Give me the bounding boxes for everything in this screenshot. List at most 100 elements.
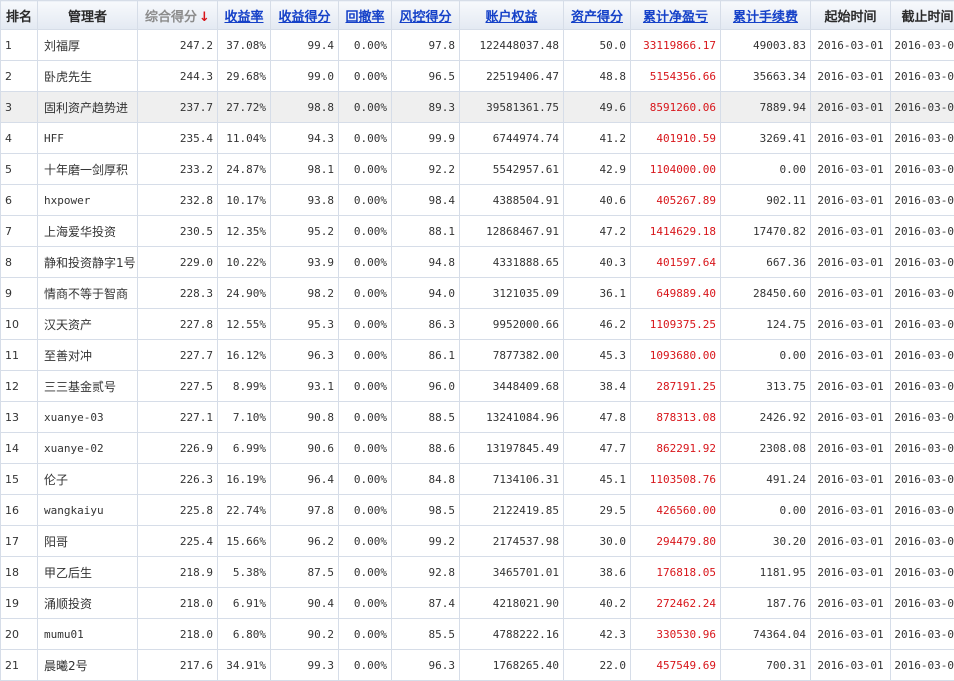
column-header-net-profit[interactable]: 累计净盈亏 <box>631 1 721 30</box>
column-header-risk-score[interactable]: 风控得分 <box>392 1 460 30</box>
cell-return-rate: 12.55% <box>218 309 271 340</box>
cell-risk-score: 89.3 <box>392 92 460 123</box>
cell-total-fees: 28450.60 <box>721 278 811 309</box>
cell-return-score: 99.3 <box>271 650 339 681</box>
table-row[interactable]: 14xuanye-02226.96.99%90.60.00%88.6131978… <box>1 433 954 464</box>
cell-net-profit: 401910.59 <box>631 123 721 154</box>
cell-start-date: 2016-03-01 <box>811 185 891 216</box>
table-row[interactable]: 4HFF235.411.04%94.30.00%99.96744974.7441… <box>1 123 954 154</box>
cell-rank: 5 <box>1 154 38 185</box>
cell-manager[interactable]: 上海爱华投资 <box>38 216 138 247</box>
cell-drawdown-rate: 0.00% <box>339 650 392 681</box>
cell-asset-score: 47.7 <box>564 433 631 464</box>
cell-risk-score: 99.9 <box>392 123 460 154</box>
cell-account-equity: 12868467.91 <box>460 216 564 247</box>
table-row[interactable]: 21晨曦2号217.634.91%99.30.00%96.31768265.40… <box>1 650 954 681</box>
column-header-drawdown-rate[interactable]: 回撤率 <box>339 1 392 30</box>
table-row[interactable]: 15伦子226.316.19%96.40.00%84.87134106.3145… <box>1 464 954 495</box>
table-row[interactable]: 13xuanye-03227.17.10%90.80.00%88.5132410… <box>1 402 954 433</box>
cell-manager[interactable]: 情商不等于智商 <box>38 278 138 309</box>
column-header-account-equity[interactable]: 账户权益 <box>460 1 564 30</box>
cell-drawdown-rate: 0.00% <box>339 92 392 123</box>
column-header-return-score[interactable]: 收益得分 <box>271 1 339 30</box>
table-row[interactable]: 12三三基金贰号227.58.99%93.10.00%96.03448409.6… <box>1 371 954 402</box>
column-header-label: 起始时间 <box>824 10 876 25</box>
table-row[interactable]: 6hxpower232.810.17%93.80.00%98.44388504.… <box>1 185 954 216</box>
cell-drawdown-rate: 0.00% <box>339 123 392 154</box>
cell-return-rate: 11.04% <box>218 123 271 154</box>
cell-manager[interactable]: wangkaiyu <box>38 495 138 526</box>
table-row[interactable]: 11至善对冲227.716.12%96.30.00%86.17877382.00… <box>1 340 954 371</box>
cell-manager[interactable]: 静和投资静字1号 <box>38 247 138 278</box>
cell-manager[interactable]: 卧虎先生 <box>38 61 138 92</box>
cell-net-profit: 649889.40 <box>631 278 721 309</box>
cell-composite-score: 232.8 <box>138 185 218 216</box>
column-header-manager: 管理者 <box>38 1 138 30</box>
cell-manager[interactable]: 涌顺投资 <box>38 588 138 619</box>
table-row[interactable]: 3固利资产趋势进237.727.72%98.80.00%89.339581361… <box>1 92 954 123</box>
sort-arrow-down-icon[interactable]: ↓ <box>199 10 210 25</box>
column-header-total-fees[interactable]: 累计手续费 <box>721 1 811 30</box>
cell-start-date: 2016-03-01 <box>811 247 891 278</box>
ranking-table: 排名管理者综合得分↓收益率收益得分回撤率风控得分账户权益资产得分累计净盈亏累计手… <box>0 0 954 681</box>
column-header-label: 收益得分 <box>278 10 330 25</box>
cell-risk-score: 86.1 <box>392 340 460 371</box>
cell-manager[interactable]: 三三基金贰号 <box>38 371 138 402</box>
cell-return-score: 94.3 <box>271 123 339 154</box>
cell-asset-score: 45.1 <box>564 464 631 495</box>
table-row[interactable]: 16wangkaiyu225.822.74%97.80.00%98.521224… <box>1 495 954 526</box>
cell-drawdown-rate: 0.00% <box>339 154 392 185</box>
column-header-label: 累计净盈亏 <box>643 10 708 25</box>
cell-risk-score: 98.5 <box>392 495 460 526</box>
table-row[interactable]: 2卧虎先生244.329.68%99.00.00%96.522519406.47… <box>1 61 954 92</box>
column-header-return-rate[interactable]: 收益率 <box>218 1 271 30</box>
table-row[interactable]: 7上海爱华投资230.512.35%95.20.00%88.112868467.… <box>1 216 954 247</box>
cell-start-date: 2016-03-01 <box>811 526 891 557</box>
cell-return-score: 93.9 <box>271 247 339 278</box>
cell-risk-score: 96.3 <box>392 650 460 681</box>
cell-manager[interactable]: 汉天资产 <box>38 309 138 340</box>
cell-manager[interactable]: 十年磨一剑厚积 <box>38 154 138 185</box>
cell-manager[interactable]: 阳哥 <box>38 526 138 557</box>
table-row[interactable]: 10汉天资产227.812.55%95.30.00%86.39952000.66… <box>1 309 954 340</box>
column-header-label: 综合得分 <box>145 10 197 25</box>
table-row[interactable]: 18甲乙后生218.95.38%87.50.00%92.83465701.013… <box>1 557 954 588</box>
cell-composite-score: 218.0 <box>138 588 218 619</box>
cell-return-score: 87.5 <box>271 557 339 588</box>
cell-manager[interactable]: 甲乙后生 <box>38 557 138 588</box>
cell-manager[interactable]: 晨曦2号 <box>38 650 138 681</box>
cell-manager[interactable]: HFF <box>38 123 138 154</box>
cell-manager[interactable]: 固利资产趋势进 <box>38 92 138 123</box>
cell-manager[interactable]: xuanye-03 <box>38 402 138 433</box>
column-header-rank: 排名 <box>1 1 38 30</box>
column-header-composite-score[interactable]: 综合得分↓ <box>138 1 218 30</box>
cell-rank: 10 <box>1 309 38 340</box>
cell-total-fees: 0.00 <box>721 154 811 185</box>
cell-asset-score: 38.4 <box>564 371 631 402</box>
cell-manager[interactable]: 刘福厚 <box>38 30 138 61</box>
table-row[interactable]: 19涌顺投资218.06.91%90.40.00%87.44218021.904… <box>1 588 954 619</box>
cell-composite-score: 217.6 <box>138 650 218 681</box>
cell-account-equity: 6744974.74 <box>460 123 564 154</box>
cell-manager[interactable]: 至善对冲 <box>38 340 138 371</box>
cell-manager[interactable]: hxpower <box>38 185 138 216</box>
cell-return-rate: 15.66% <box>218 526 271 557</box>
table-row[interactable]: 1刘福厚247.237.08%99.40.00%97.8122448037.48… <box>1 30 954 61</box>
table-row[interactable]: 17阳哥225.415.66%96.20.00%99.22174537.9830… <box>1 526 954 557</box>
table-row[interactable]: 5十年磨一剑厚积233.224.87%98.10.00%92.25542957.… <box>1 154 954 185</box>
cell-asset-score: 38.6 <box>564 557 631 588</box>
cell-net-profit: 1103508.76 <box>631 464 721 495</box>
cell-drawdown-rate: 0.00% <box>339 526 392 557</box>
cell-manager[interactable]: mumu01 <box>38 619 138 650</box>
cell-end-date: 2016-03-03 <box>891 464 954 495</box>
table-row[interactable]: 20mumu01218.06.80%90.20.00%85.54788222.1… <box>1 619 954 650</box>
cell-manager[interactable]: xuanye-02 <box>38 433 138 464</box>
cell-end-date: 2016-03-03 <box>891 309 954 340</box>
table-row[interactable]: 9情商不等于智商228.324.90%98.20.00%94.03121035.… <box>1 278 954 309</box>
cell-risk-score: 86.3 <box>392 309 460 340</box>
table-row[interactable]: 8静和投资静字1号229.010.22%93.90.00%94.84331888… <box>1 247 954 278</box>
cell-start-date: 2016-03-01 <box>811 495 891 526</box>
cell-manager[interactable]: 伦子 <box>38 464 138 495</box>
cell-start-date: 2016-03-01 <box>811 433 891 464</box>
column-header-asset-score[interactable]: 资产得分 <box>564 1 631 30</box>
